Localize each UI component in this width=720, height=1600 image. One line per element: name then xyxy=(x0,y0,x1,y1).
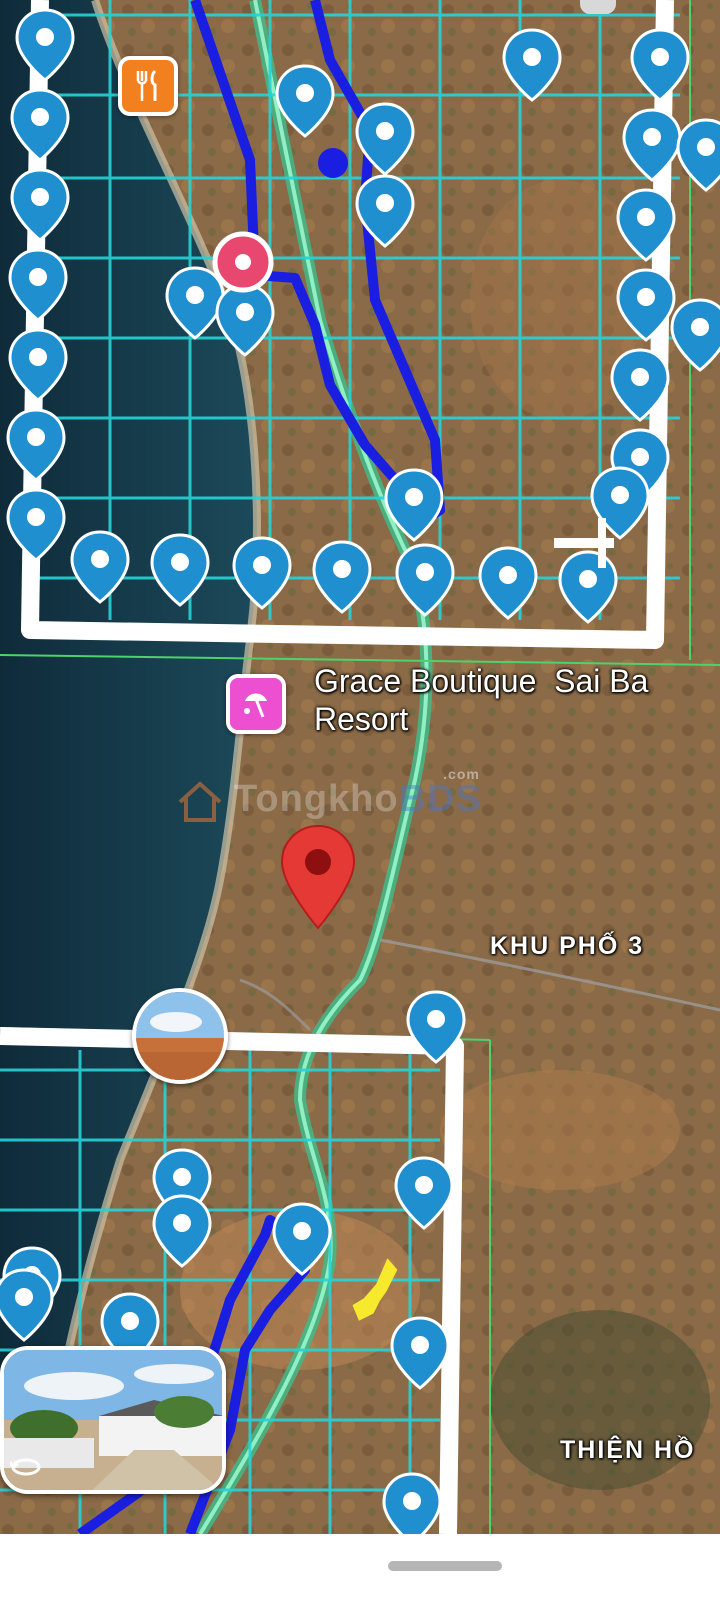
beach-umbrella-icon[interactable] xyxy=(226,674,286,734)
route-node xyxy=(318,148,348,178)
watermark-brand-2: BDS xyxy=(398,778,482,820)
place-name-label[interactable]: Grace Boutique Sai Ba Resort xyxy=(314,662,648,738)
pink-place-marker-icon[interactable] xyxy=(212,231,274,293)
watermark-tld: .com xyxy=(443,766,480,782)
status-indicator xyxy=(580,0,616,14)
photo-marker-thumbnail[interactable] xyxy=(132,988,228,1084)
area-label-khu-pho-3: KHU PHỐ 3 xyxy=(490,932,645,960)
sand-patch xyxy=(440,1070,680,1190)
bottom-navigation-area xyxy=(0,1534,720,1600)
watermark: TongkhoBDS .com xyxy=(178,766,482,822)
street-view-thumbnail[interactable] xyxy=(0,1346,226,1494)
street-view-icon[interactable] xyxy=(10,1456,42,1478)
restaurant-icon[interactable] xyxy=(118,56,178,116)
watermark-brand-1: Tongkho xyxy=(234,778,399,820)
area-label-thien-ho: THIỆN HỒ xyxy=(560,1436,696,1464)
home-indicator[interactable] xyxy=(388,1561,502,1571)
